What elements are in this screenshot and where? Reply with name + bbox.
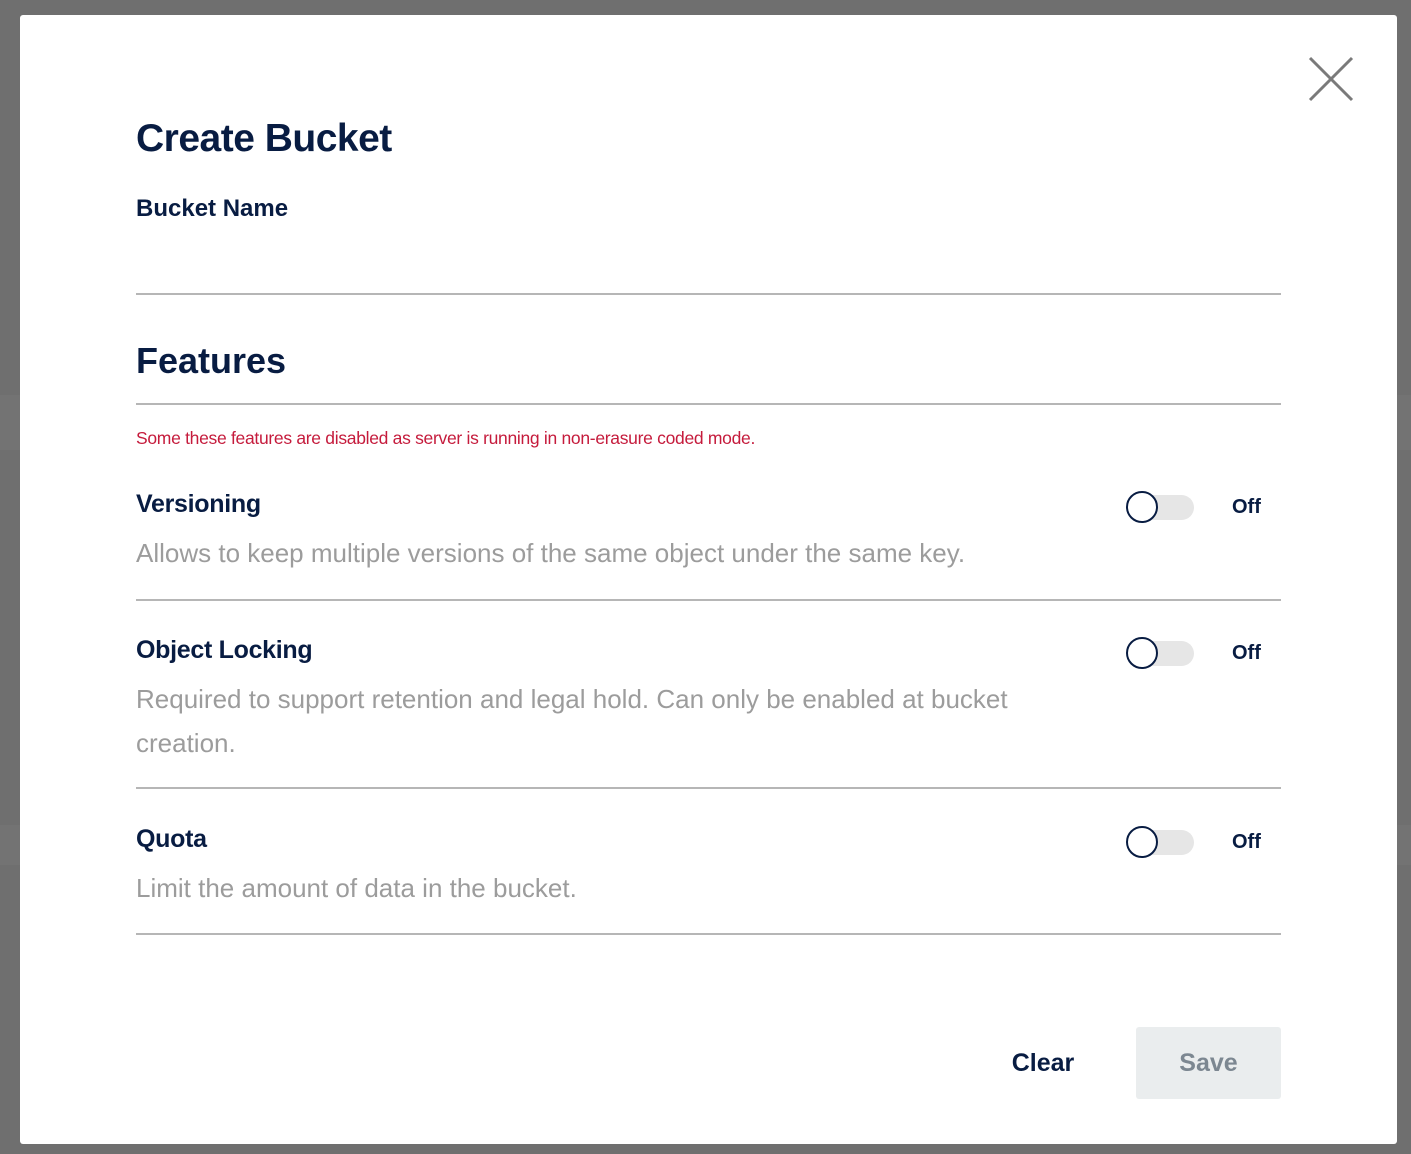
feature-description-versioning: Allows to keep multiple versions of the … [136, 538, 966, 568]
close-button[interactable] [1305, 53, 1357, 105]
toggle-knob [1126, 637, 1158, 669]
feature-name-versioning: Versioning [136, 490, 261, 518]
toggle-knob [1126, 491, 1158, 523]
divider [136, 403, 1281, 405]
create-bucket-dialog: Create Bucket Bucket Name Features Some … [20, 15, 1397, 1144]
divider [136, 787, 1281, 789]
object-locking-toggle[interactable] [1126, 637, 1194, 669]
features-title: Features [136, 340, 287, 381]
quota-state: Off [1232, 831, 1261, 853]
divider [136, 599, 1281, 601]
features-warning: Some these features are disabled as serv… [136, 428, 756, 448]
feature-name-object-locking: Object Locking [136, 636, 313, 664]
versioning-state: Off [1232, 496, 1261, 518]
bucket-name-input[interactable] [136, 247, 1281, 295]
clear-button[interactable]: Clear [998, 1041, 1088, 1085]
feature-description-quota: Limit the amount of data in the bucket. [136, 873, 577, 903]
close-icon [1308, 56, 1354, 102]
bucket-name-label: Bucket Name [136, 195, 289, 222]
object-locking-state: Off [1232, 642, 1261, 664]
feature-name-quota: Quota [136, 825, 207, 853]
divider [136, 933, 1281, 935]
toggle-knob [1126, 826, 1158, 858]
versioning-toggle[interactable] [1126, 491, 1194, 523]
save-button[interactable]: Save [1136, 1027, 1281, 1099]
feature-description-object-locking: Required to support retention and legal … [136, 684, 1008, 758]
dialog-title: Create Bucket [136, 117, 392, 160]
quota-toggle[interactable] [1126, 826, 1194, 858]
